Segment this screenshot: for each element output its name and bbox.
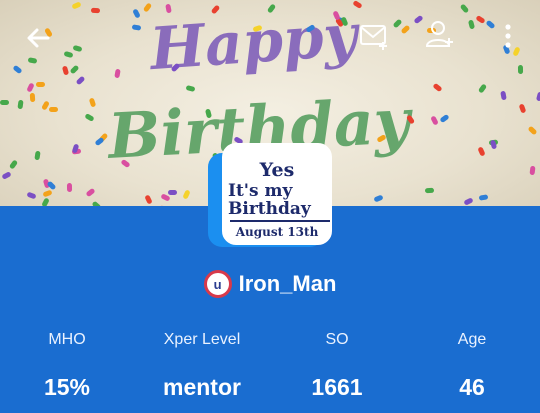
sprinkle (0, 100, 10, 106)
avatar-divider (230, 220, 330, 222)
sprinkle (75, 75, 86, 86)
sprinkle (8, 159, 19, 170)
sprinkle (518, 103, 527, 114)
sprinkle (36, 81, 45, 87)
sprinkle (168, 190, 178, 196)
sprinkle (500, 90, 508, 101)
sprinkle (373, 194, 385, 203)
username-row: u Iron_Man (0, 268, 540, 300)
sprinkle (42, 189, 53, 198)
stat-value: 15% (43, 374, 91, 400)
sprinkle (462, 197, 474, 206)
avatar-text-line4: August 13th (235, 225, 319, 239)
avatar-text-line1: Yes (259, 159, 295, 181)
sprinkle (529, 165, 536, 176)
sprinkle (185, 84, 196, 93)
sprinkle (432, 82, 444, 93)
username: Iron_Man (238, 271, 337, 296)
sprinkle (94, 136, 105, 147)
avatar-text-line3: Birthday (228, 199, 311, 219)
sprinkle (30, 93, 36, 103)
sprinkle (478, 83, 488, 94)
user-level-badge-icon: u (203, 270, 232, 298)
stat-label: Xper Level (163, 331, 241, 348)
sprinkle (34, 150, 41, 161)
avatar[interactable]: Yes It's my Birthday August 13th (208, 143, 332, 251)
stat-label: MHO (48, 331, 86, 348)
arrow-left-icon (27, 28, 50, 48)
sprinkle (84, 113, 95, 123)
sprinkle (66, 183, 73, 193)
sprinkle (182, 188, 192, 200)
stat-label: Age (457, 331, 487, 348)
sprinkle (46, 180, 57, 191)
sprinkle (40, 197, 50, 206)
sprinkle (429, 115, 439, 126)
top-toolbar (0, 0, 540, 74)
sprinkle (535, 91, 540, 102)
back-button[interactable] (22, 22, 54, 54)
stat-value: 46 (459, 374, 485, 400)
avatar-text-line2: It's my (228, 181, 293, 201)
sprinkle (17, 100, 24, 110)
stat-label: SO (325, 331, 349, 348)
sprinkle (85, 187, 96, 197)
more-menu-button[interactable] (498, 22, 518, 52)
sprinkle (48, 107, 58, 113)
sprinkle (26, 192, 37, 200)
sprinkle (425, 188, 435, 194)
badge-letter: u (213, 276, 222, 292)
stat-value: 1661 (311, 374, 363, 400)
sprinkle (88, 97, 97, 108)
sprinkle (144, 194, 153, 205)
sprinkle (478, 194, 489, 202)
sprinkle (439, 113, 450, 123)
user-plus-icon (425, 21, 453, 47)
avatar-image: Yes It's my Birthday August 13th (222, 143, 332, 245)
sprinkle (527, 125, 538, 136)
mail-plus-icon (360, 25, 387, 50)
sprinkle (0, 171, 12, 181)
sprinkle (476, 146, 486, 157)
stat-value: mentor (163, 374, 241, 400)
message-button[interactable] (358, 20, 392, 52)
sprinkle (160, 193, 171, 203)
sprinkle (25, 82, 35, 93)
more-vertical-icon (505, 24, 511, 48)
follow-button[interactable] (424, 18, 456, 52)
